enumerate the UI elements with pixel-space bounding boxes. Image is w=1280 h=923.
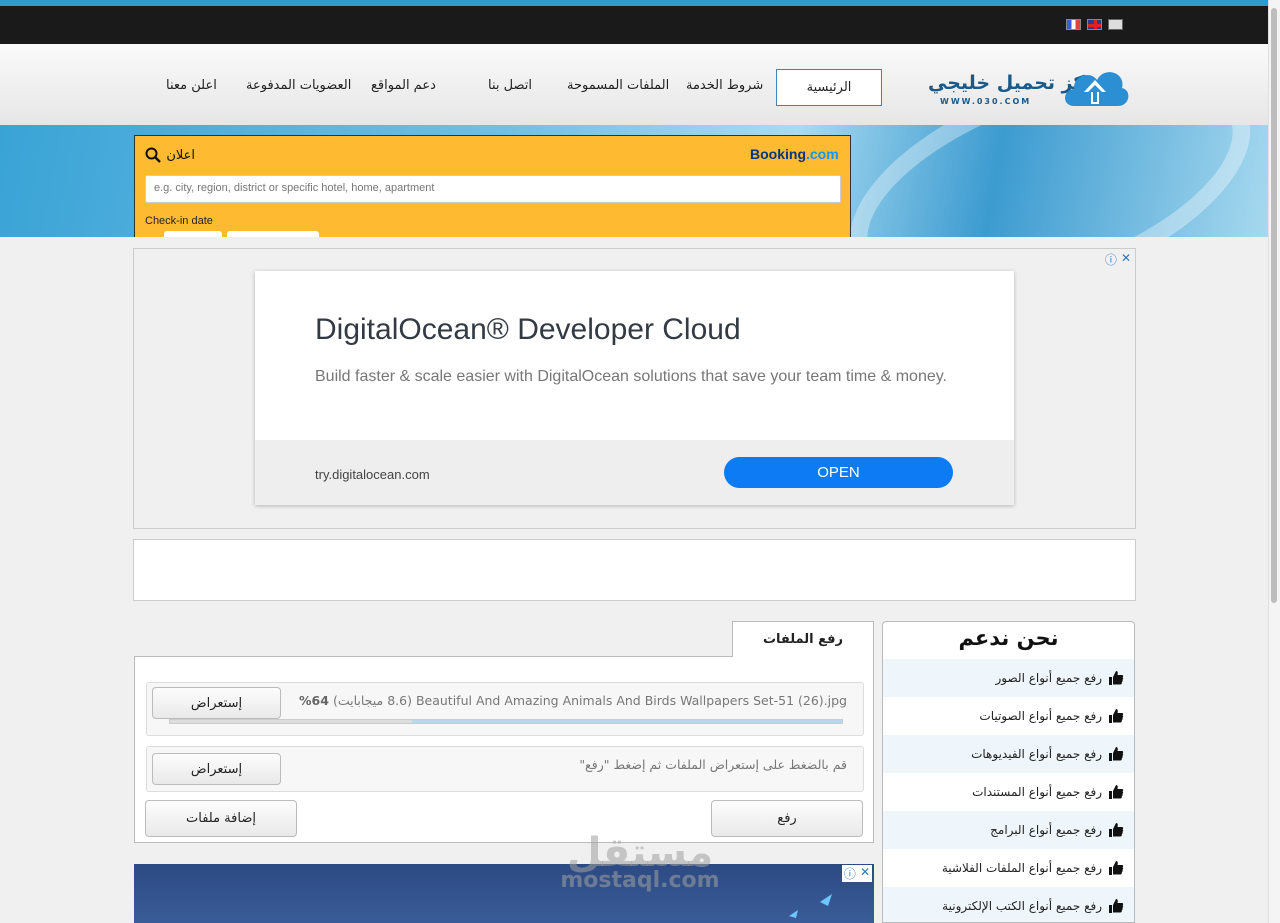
checkin-month-field[interactable] xyxy=(227,231,319,237)
upload-percent: 64% xyxy=(299,693,329,708)
booking-logo-suffix: .com xyxy=(806,146,839,162)
upload-progress-fill xyxy=(411,720,842,723)
support-item-label: رفع جميع أنواع الصور xyxy=(995,671,1102,685)
empty-ad-slot xyxy=(133,539,1136,601)
thumbs-up-icon xyxy=(1109,861,1124,875)
uk-flag-icon[interactable] xyxy=(1087,19,1102,30)
support-item-label: رفع جميع أنواع المستندات xyxy=(972,785,1102,799)
support-item: رفع جميع أنواع الصور xyxy=(883,659,1134,697)
watermark-latin: mostaql.com xyxy=(560,868,720,893)
supported-types-panel: نحن ندعم رفع جميع أنواع الصور رفع جميع أن… xyxy=(882,621,1135,923)
watermark: مستقل mostaql.com xyxy=(540,830,740,893)
booking-logo-main: Booking xyxy=(750,146,806,162)
ad-choices-bottom[interactable]: ⓘ ✕ xyxy=(841,865,872,882)
banner-decoration xyxy=(818,125,1268,237)
booking-destination-input[interactable]: e.g. city, region, district or specific … xyxy=(145,175,841,203)
browse-button-2[interactable]: إستعراض xyxy=(152,753,281,785)
top-bar xyxy=(0,6,1268,44)
thumbs-up-icon xyxy=(1109,899,1124,913)
support-item: رفع جميع أنواع المستندات xyxy=(883,773,1134,811)
support-item: رفع جميع أنواع البرامج xyxy=(883,811,1134,849)
file-name: Beautiful And Amazing Animals And Birds … xyxy=(415,693,847,708)
add-files-button[interactable]: إضافة ملفات xyxy=(145,800,297,837)
upload-hint: قم بالضغط على إستعراض الملفات ثم إضغط "ر… xyxy=(579,757,847,772)
scrollbar-thumb[interactable] xyxy=(1271,8,1277,603)
support-item-label: رفع جميع أنواع الفيديوهات xyxy=(971,747,1102,761)
upload-progress-bar xyxy=(169,719,843,724)
header-banner: اعلان Booking.com e.g. city, region, dis… xyxy=(0,125,1268,237)
support-item-label: رفع جميع أنواع الكتب الإلكترونية xyxy=(942,899,1102,913)
thumbs-up-icon xyxy=(1109,671,1124,685)
bird-icon xyxy=(789,894,832,918)
main-navbar: مركز تحميل خليجي WWW.030.COM الرئيسية شر… xyxy=(0,44,1268,125)
nav-paid-memberships[interactable]: العضويات المدفوعة xyxy=(246,78,351,93)
nav-support-sites[interactable]: دعم المواقع xyxy=(371,78,436,93)
browse-button[interactable]: إستعراض xyxy=(152,687,281,719)
support-item: رفع جميع أنواع الكتب الإلكترونية xyxy=(883,887,1134,922)
thumbs-up-icon xyxy=(1109,823,1124,837)
nav-home[interactable]: الرئيسية xyxy=(776,69,882,106)
info-icon[interactable]: ⓘ xyxy=(844,865,856,882)
checkin-label: Check-in date xyxy=(145,215,213,227)
ad-label: اعلان xyxy=(166,148,195,163)
support-item: رفع جميع أنواع الصوتيات xyxy=(883,697,1134,735)
nav-advertise[interactable]: اعلن معنا xyxy=(166,78,217,93)
support-title: نحن ندعم xyxy=(958,626,1059,650)
ad-description: Build faster & scale easier with Digital… xyxy=(315,368,947,385)
nav-terms[interactable]: شروط الخدمة xyxy=(686,78,763,93)
close-icon[interactable]: ✕ xyxy=(860,865,870,882)
ad-choices[interactable]: ⓘ ✕ xyxy=(1105,251,1131,268)
checkin-day-field[interactable] xyxy=(164,231,222,237)
ar-flag-icon[interactable] xyxy=(1108,19,1123,30)
thumbs-up-icon xyxy=(1109,747,1124,761)
search-icon xyxy=(145,147,161,163)
bottom-image-ad[interactable]: ⓘ ✕ xyxy=(134,864,874,923)
booking-ad[interactable]: اعلان Booking.com e.g. city, region, dis… xyxy=(134,135,851,237)
ad-title: DigitalOcean® Developer Cloud xyxy=(315,313,741,346)
ad-footer: try.digitalocean.com OPEN xyxy=(255,440,1014,505)
file-row-uploading: Beautiful And Amazing Animals And Birds … xyxy=(146,682,864,736)
nav-contact[interactable]: اتصل بنا xyxy=(488,78,532,93)
thumbs-up-icon xyxy=(1109,785,1124,799)
support-item-label: رفع جميع أنواع الملفات الفلاشية xyxy=(941,861,1102,875)
support-item: رفع جميع أنواع الملفات الفلاشية xyxy=(883,849,1134,887)
upload-panel: Beautiful And Amazing Animals And Birds … xyxy=(134,656,874,843)
booking-logo: Booking.com xyxy=(750,146,839,162)
file-name-text: Beautiful And Amazing Animals And Birds … xyxy=(299,693,847,708)
file-size: (8.6 ميجابايت) xyxy=(332,693,412,708)
tab-upload-files[interactable]: رفع الملفات xyxy=(732,621,874,657)
language-flags xyxy=(1066,19,1123,30)
site-logo[interactable]: مركز تحميل خليجي WWW.030.COM xyxy=(928,64,1133,114)
ad-url[interactable]: try.digitalocean.com xyxy=(315,467,430,482)
nav-allowed-files[interactable]: الملفات المسموحة xyxy=(567,78,669,93)
support-item-label: رفع جميع أنواع البرامج xyxy=(990,823,1102,837)
support-item-label: رفع جميع أنواع الصوتيات xyxy=(979,709,1102,723)
cloud-upload-icon xyxy=(1065,72,1129,106)
page-scrollbar[interactable] xyxy=(1268,0,1280,923)
display-ad: ⓘ ✕ DigitalOcean® Developer Cloud Build … xyxy=(133,248,1136,529)
logo-subtitle: WWW.030.COM xyxy=(940,97,1032,106)
support-item: رفع جميع أنواع الفيديوهات xyxy=(883,735,1134,773)
info-icon[interactable]: ⓘ xyxy=(1105,251,1117,268)
close-icon[interactable]: ✕ xyxy=(1121,251,1131,268)
file-row-empty: قم بالضغط على إستعراض الملفات ثم إضغط "ر… xyxy=(146,746,864,792)
digitalocean-ad-card[interactable]: DigitalOcean® Developer Cloud Build fast… xyxy=(255,271,1014,505)
thumbs-up-icon xyxy=(1109,709,1124,723)
fr-flag-icon[interactable] xyxy=(1066,19,1081,30)
ad-open-button[interactable]: OPEN xyxy=(724,457,953,488)
